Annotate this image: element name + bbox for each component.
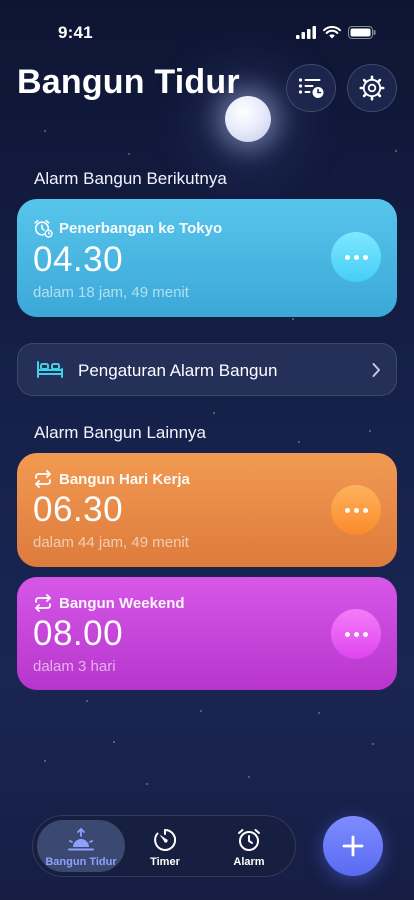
wifi-icon [323, 26, 341, 39]
alarm-more-button[interactable] [331, 485, 381, 535]
starfield-background [0, 0, 414, 900]
alarm-countdown: dalam 18 jam, 49 menit [33, 284, 189, 301]
alarm-more-button[interactable] [331, 232, 381, 282]
section-title-next: Alarm Bangun Berikutnya [34, 169, 227, 188]
tab-label: Timer [150, 856, 180, 868]
alarm-clock-icon [238, 829, 260, 851]
alarm-card-next[interactable]: Penerbangan ke Tokyo 04.30 dalam 18 jam,… [17, 199, 397, 317]
bed-icon [37, 361, 63, 378]
alarm-settings-row[interactable]: Pengaturan Alarm Bangun [17, 343, 397, 396]
tab-bar: Bangun Tidur Timer Alarm [32, 815, 296, 877]
tab-label: Bangun Tidur [45, 856, 117, 868]
gear-icon [359, 75, 385, 101]
more-dots-icon [344, 507, 350, 513]
alarm-countdown: dalam 44 jam, 49 menit [33, 534, 189, 551]
alarm-time: 06.30 [33, 490, 124, 529]
alarm-clock-icon [34, 219, 53, 238]
repeat-icon [35, 470, 51, 488]
alarm-card-workday[interactable]: Bangun Hari Kerja 06.30 dalam 44 jam, 49… [17, 453, 397, 567]
alarm-time: 04.30 [33, 240, 124, 279]
tab-timer[interactable]: Timer [121, 820, 209, 872]
repeat-icon [35, 594, 51, 612]
alarm-more-button[interactable] [331, 609, 381, 659]
section-title-other: Alarm Bangun Lainnya [34, 423, 207, 442]
alarm-label-row: Bangun Weekend [33, 594, 185, 612]
alarm-settings-label: Pengaturan Alarm Bangun [78, 361, 278, 380]
chevron-right-icon [372, 363, 380, 377]
alarm-label-row: Penerbangan ke Tokyo [33, 218, 222, 238]
status-bar: 9:41 [0, 0, 414, 60]
battery-icon [348, 26, 376, 39]
tab-alarm[interactable]: Alarm [205, 820, 293, 872]
more-dots-icon [344, 631, 350, 637]
timer-icon [154, 828, 177, 851]
alarm-countdown: dalam 3 hari [33, 658, 116, 675]
schedule-list-button[interactable] [286, 64, 336, 112]
alarm-label: Bangun Hari Kerja [59, 470, 190, 488]
add-alarm-button[interactable] [323, 816, 383, 876]
tab-bangun-tidur[interactable]: Bangun Tidur [37, 820, 125, 872]
list-clock-icon [298, 78, 324, 98]
alarm-label: Bangun Weekend [59, 594, 185, 612]
alarm-label: Penerbangan ke Tokyo [59, 219, 223, 237]
settings-button[interactable] [347, 64, 397, 112]
tab-label: Alarm [233, 856, 265, 868]
alarm-card-weekend[interactable]: Bangun Weekend 08.00 dalam 3 hari [17, 577, 397, 690]
moon-illustration [225, 96, 271, 142]
plus-icon [342, 835, 364, 857]
page-title: Bangun Tidur [17, 63, 240, 101]
status-icons [296, 26, 376, 39]
status-time: 9:41 [58, 23, 93, 42]
more-dots-icon [344, 254, 350, 260]
alarm-label-row: Bangun Hari Kerja [33, 470, 190, 488]
alarm-time: 08.00 [33, 614, 124, 653]
sunrise-icon [68, 827, 94, 851]
signal-icon [296, 26, 316, 39]
